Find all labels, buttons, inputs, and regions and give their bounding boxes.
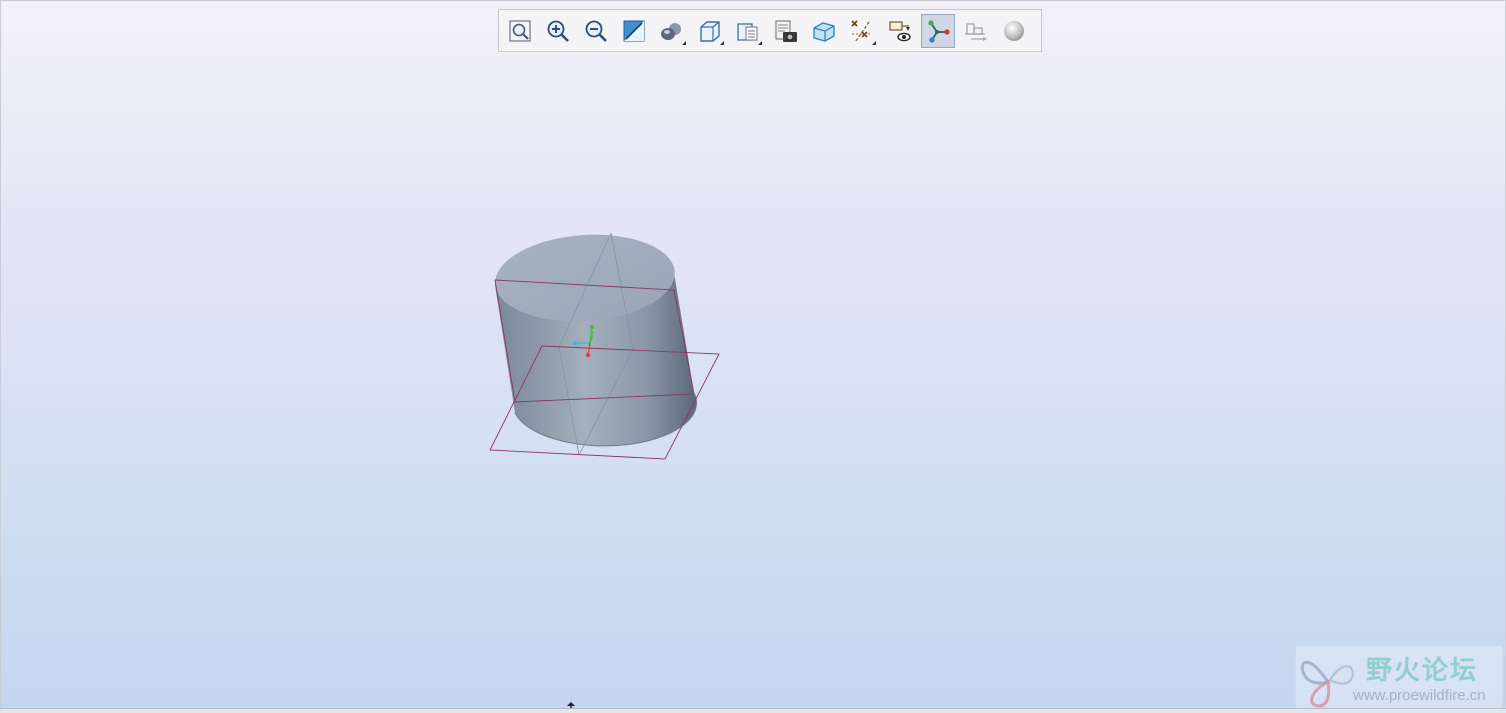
watermark-url: www.proewildfire.cn (1353, 687, 1486, 704)
window-bottom-border (0, 708, 1506, 713)
watermark-title: 野火论坛 (1366, 656, 1479, 686)
model-graphics[interactable] (1, 1, 1506, 710)
z-axis-tip (572, 340, 578, 346)
cylinder-part[interactable] (492, 229, 698, 456)
y-axis-tip (589, 324, 595, 330)
graphics-window[interactable]: 野火论坛 www.proewildfire.cn (0, 0, 1506, 710)
x-axis-tip (585, 352, 591, 358)
forum-watermark: 野火论坛 www.proewildfire.cn (1295, 645, 1503, 709)
